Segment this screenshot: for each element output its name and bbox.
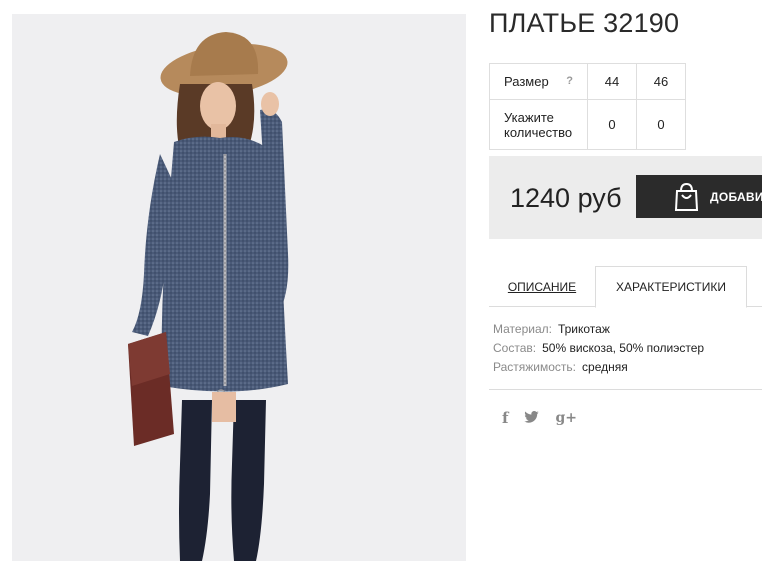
- size-quantity-table: Размер ? 44 46 Укажите количество 0 0: [489, 63, 686, 150]
- divider: [489, 389, 762, 390]
- spec-row: Растяжимость: средняя: [493, 358, 704, 377]
- spec-key: Состав:: [493, 341, 537, 355]
- spec-key: Материал:: [493, 322, 552, 336]
- product-title: ПЛАТЬЕ 32190: [489, 8, 680, 38]
- size-label: Размер: [504, 74, 549, 89]
- specs-list: Материал: Трикотаж Состав: 50% вискоза, 50…: [493, 320, 704, 377]
- spec-key: Растяжимость:: [493, 360, 577, 374]
- spec-row: Состав: 50% вискоза, 50% полиэстер: [493, 339, 704, 358]
- model-illustration: [128, 32, 289, 561]
- price: 1240 руб: [510, 183, 622, 213]
- size-row: Размер ? 44 46: [489, 63, 686, 100]
- spec-value: Трикотаж: [557, 322, 610, 336]
- size-value: 46: [636, 63, 686, 100]
- product-page: ПЛАТЬЕ 32190 Размер ? 44 46 Укажите коли…: [0, 0, 762, 561]
- size-help-icon[interactable]: ?: [566, 75, 573, 87]
- add-to-cart-button[interactable]: ДОБАВИТЬ В КОРЗИНУ: [636, 175, 762, 218]
- product-photo[interactable]: [12, 14, 466, 561]
- quantity-label: Укажите количество: [489, 99, 588, 150]
- size-value: 44: [587, 63, 637, 100]
- spec-row: Материал: Трикотаж: [493, 320, 704, 339]
- spec-value: 50% вискоза, 50% полиэстер: [542, 341, 705, 355]
- tab-description[interactable]: ОПИСАНИЕ: [489, 266, 595, 307]
- tab-characteristics[interactable]: ХАРАКТЕРИСТИКИ: [595, 266, 747, 308]
- google-plus-icon[interactable]: g+: [555, 410, 577, 426]
- quantity-input[interactable]: 0: [636, 99, 686, 150]
- add-to-cart-label: ДОБАВИТЬ В КОРЗИНУ: [710, 189, 762, 204]
- quantity-row: Укажите количество 0 0: [489, 99, 686, 150]
- social-share: f g+: [502, 409, 577, 427]
- twitter-icon[interactable]: [524, 410, 540, 426]
- spec-value: средняя: [582, 360, 628, 374]
- buy-box: 1240 руб ДОБАВИТЬ В КОРЗИНУ: [489, 156, 762, 239]
- shopping-bag-icon: [674, 182, 699, 211]
- quantity-input[interactable]: 0: [587, 99, 637, 150]
- size-label-cell: Размер ?: [489, 63, 588, 100]
- product-tabs: ОПИСАНИЕ ХАРАКТЕРИСТИКИ: [489, 266, 762, 308]
- facebook-icon[interactable]: f: [502, 409, 508, 427]
